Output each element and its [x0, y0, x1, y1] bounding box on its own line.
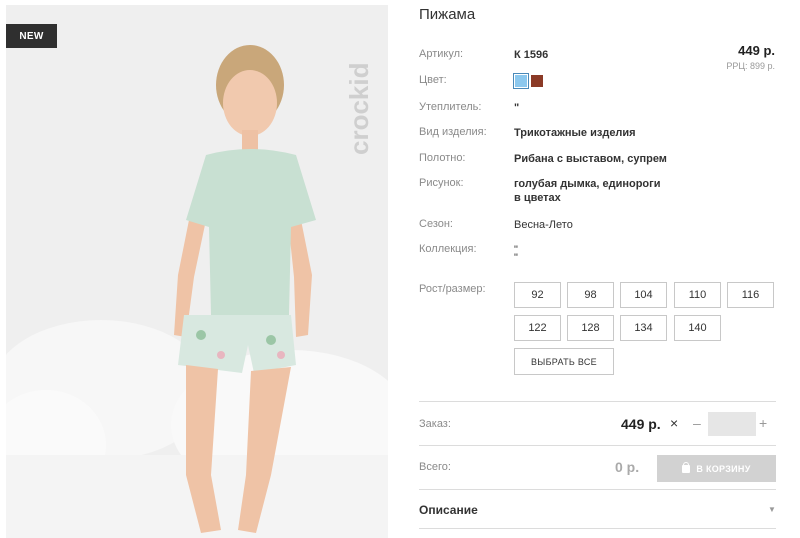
- field-value: К 1596: [514, 49, 549, 61]
- total-label: Всего:: [419, 461, 451, 473]
- brand-logo: crockid: [344, 63, 374, 156]
- chevron-down-icon[interactable]: ▼: [768, 505, 776, 514]
- size-button[interactable]: 98: [567, 282, 614, 308]
- size-button[interactable]: 116: [727, 282, 774, 308]
- field-value: голубая дымка, единороги: [514, 178, 661, 190]
- size-button[interactable]: 140: [674, 315, 721, 341]
- product-title: Пижама: [419, 6, 476, 23]
- product-price: 449 р.: [738, 43, 775, 58]
- add-to-cart-label: В КОРЗИНУ: [696, 463, 751, 474]
- add-to-cart-button[interactable]: В КОРЗИНУ: [657, 455, 776, 482]
- multiply-icon: ×: [670, 415, 679, 431]
- size-button[interactable]: 122: [514, 315, 561, 341]
- field-value-line2: в цветах: [514, 192, 561, 204]
- select-all-button[interactable]: ВЫБРАТЬ ВСЕ: [514, 348, 614, 375]
- divider: [419, 445, 776, 446]
- quantity-input[interactable]: [708, 412, 756, 436]
- field-value: Весна-Лето: [514, 219, 573, 231]
- total-value: 0 р.: [615, 459, 640, 475]
- divider: [419, 401, 776, 402]
- size-button[interactable]: 110: [674, 282, 721, 308]
- size-button[interactable]: 104: [620, 282, 667, 308]
- new-badge: NEW: [6, 24, 57, 48]
- field-label: Вид изделия:: [419, 126, 487, 138]
- divider: [419, 489, 776, 490]
- decrease-button[interactable]: –: [693, 415, 701, 431]
- field-label: Сезон:: [419, 218, 453, 230]
- photo-illustration: crockid: [6, 5, 388, 538]
- field-label: Полотно:: [419, 152, 466, 164]
- increase-button[interactable]: +: [759, 415, 767, 431]
- divider: [419, 528, 776, 529]
- shopping-bag-icon: [682, 461, 691, 473]
- field-value: ": [514, 102, 520, 114]
- field-value: Трикотажные изделия: [514, 127, 636, 139]
- field-label: Рост/размер:: [419, 283, 486, 295]
- recommended-price: РРЦ: 899 р.: [726, 61, 775, 71]
- field-label: Утеплитель:: [419, 101, 482, 113]
- field-label: Коллекция:: [419, 243, 477, 255]
- field-value-line2: ": [514, 252, 518, 264]
- field-value: Рибана с выставом, супрем: [514, 153, 667, 165]
- order-price: 449 р.: [621, 416, 661, 432]
- field-label: Артикул:: [419, 48, 464, 60]
- field-label: Цвет:: [419, 74, 447, 86]
- size-button[interactable]: 134: [620, 315, 667, 341]
- size-button[interactable]: 128: [567, 315, 614, 341]
- order-label: Заказ:: [419, 418, 451, 430]
- description-header[interactable]: Описание: [419, 503, 478, 517]
- field-label: Рисунок:: [419, 177, 464, 189]
- product-photo[interactable]: crockid NEW: [6, 5, 388, 538]
- color-swatch-light-blue[interactable]: [513, 73, 529, 89]
- color-swatch-brown[interactable]: [531, 75, 543, 87]
- size-button[interactable]: 92: [514, 282, 561, 308]
